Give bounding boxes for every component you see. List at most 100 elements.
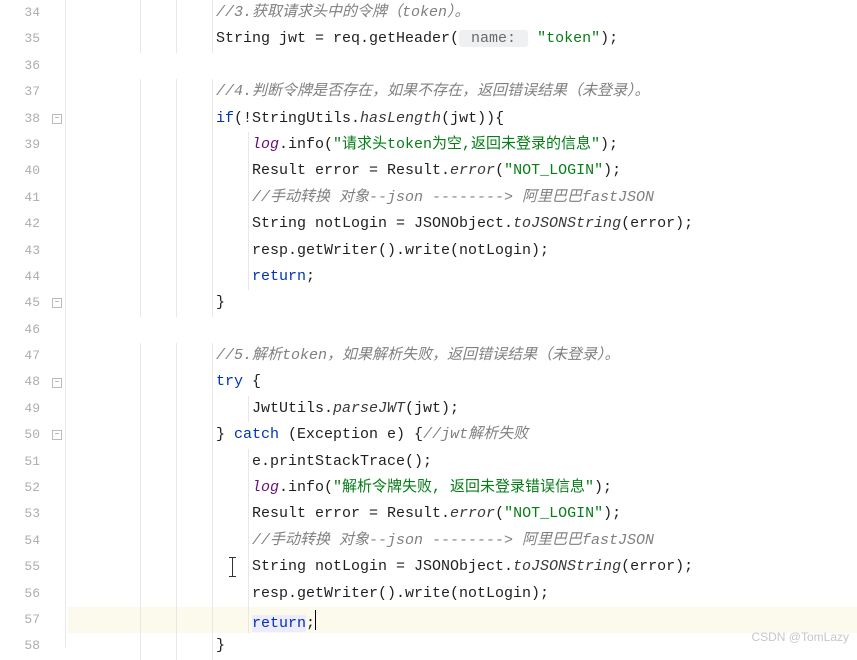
code-editor[interactable]: 3435363738394041424344454647484950515253…	[0, 0, 857, 648]
code-line[interactable]: resp.getWriter().write(notLogin);	[68, 581, 857, 607]
token: JwtUtils.	[252, 400, 333, 417]
fold-column[interactable]: − − − −	[54, 0, 66, 648]
code-line[interactable]: } catch (Exception e) {//jwt解析失败	[68, 422, 857, 448]
code-area[interactable]: //3.获取请求头中的令牌（token）。 String jwt = req.ge…	[66, 0, 857, 648]
token: }	[216, 426, 234, 443]
code-line[interactable]: log.info("解析令牌失败, 返回未登录错误信息");	[68, 475, 857, 501]
watermark-text: CSDN @TomLazy	[751, 630, 849, 644]
code-line[interactable]	[68, 53, 857, 79]
token: return	[252, 615, 306, 632]
line-number: 34	[0, 0, 40, 26]
token: ;	[306, 615, 315, 632]
token: .info(	[279, 479, 333, 496]
token: String notLogin = JSONObject.	[252, 215, 513, 232]
token: "请求头token为空,返回未登录的信息"	[333, 136, 600, 153]
code-line[interactable]	[68, 317, 857, 343]
code-line[interactable]: //手动转换 对象--json --------> 阿里巴巴fastJSON	[68, 185, 857, 211]
token: //3.获取请求头中的令牌（token）。	[216, 4, 470, 21]
line-number: 58	[0, 633, 40, 659]
line-number: 52	[0, 475, 40, 501]
line-number: 37	[0, 79, 40, 105]
code-line[interactable]: log.info("请求头token为空,返回未登录的信息");	[68, 132, 857, 158]
code-line[interactable]: String notLogin = JSONObject.toJSONStrin…	[68, 554, 857, 580]
code-line[interactable]: JwtUtils.parseJWT(jwt);	[68, 396, 857, 422]
line-number: 39	[0, 132, 40, 158]
token: log	[252, 136, 279, 153]
token: "解析令牌失败, 返回未登录错误信息"	[333, 479, 594, 496]
line-number: 54	[0, 528, 40, 554]
token: name:	[459, 30, 528, 47]
token: try	[216, 373, 243, 390]
token: log	[252, 479, 279, 496]
token: String jwt = req.getHeader(	[216, 30, 459, 47]
token: //5.解析token，如果解析失败，返回错误结果（未登录）。	[216, 347, 620, 364]
code-line[interactable]: e.printStackTrace();	[68, 449, 857, 475]
token: (!StringUtils.	[234, 110, 360, 127]
text-caret	[315, 610, 316, 630]
fold-toggle-icon[interactable]: −	[52, 298, 62, 308]
token: //手动转换 对象--json --------> 阿里巴巴fastJSON	[252, 189, 654, 206]
code-line[interactable]: if(!StringUtils.hasLength(jwt)){	[68, 106, 857, 132]
fold-toggle-icon[interactable]: −	[52, 114, 62, 124]
line-number: 43	[0, 238, 40, 264]
token: toJSONString	[513, 558, 621, 575]
line-number: 42	[0, 211, 40, 237]
token: (jwt)){	[441, 110, 504, 127]
token: "token"	[537, 30, 600, 47]
code-line[interactable]: //手动转换 对象--json --------> 阿里巴巴fastJSON	[68, 528, 857, 554]
token: if	[216, 110, 234, 127]
code-line[interactable]: //5.解析token，如果解析失败，返回错误结果（未登录）。	[68, 343, 857, 369]
token: toJSONString	[513, 215, 621, 232]
line-number: 41	[0, 185, 40, 211]
code-line[interactable]: String notLogin = JSONObject.toJSONStrin…	[68, 211, 857, 237]
token: "NOT_LOGIN"	[504, 505, 603, 522]
line-number: 56	[0, 581, 40, 607]
token: (	[495, 505, 504, 522]
code-line[interactable]: //4.判断令牌是否存在，如果不存在，返回错误结果（未登录）。	[68, 79, 857, 105]
token: //jwt解析失败	[423, 426, 528, 443]
line-number: 47	[0, 343, 40, 369]
token: }	[216, 294, 225, 311]
line-number: 53	[0, 501, 40, 527]
token: (error);	[621, 215, 693, 232]
code-line[interactable]: Result error = Result.error("NOT_LOGIN")…	[68, 158, 857, 184]
line-number: 36	[0, 53, 40, 79]
code-line[interactable]: }	[68, 633, 857, 659]
token: error	[450, 162, 495, 179]
line-number: 50	[0, 422, 40, 448]
line-number: 40	[0, 158, 40, 184]
line-number: 45	[0, 290, 40, 316]
token: return	[252, 268, 306, 285]
code-line[interactable]: try {	[68, 369, 857, 395]
code-line[interactable]: Result error = Result.error("NOT_LOGIN")…	[68, 501, 857, 527]
token: catch	[234, 426, 279, 443]
token: error	[450, 505, 495, 522]
token: //4.判断令牌是否存在，如果不存在，返回错误结果（未登录）。	[216, 83, 650, 100]
token: );	[594, 479, 612, 496]
line-number: 44	[0, 264, 40, 290]
token: parseJWT	[333, 400, 405, 417]
code-line[interactable]: String jwt = req.getHeader( name: "token…	[68, 26, 857, 52]
token: "NOT_LOGIN"	[504, 162, 603, 179]
code-line[interactable]: return;	[68, 607, 857, 633]
fold-toggle-icon[interactable]: −	[52, 430, 62, 440]
code-line[interactable]: return;	[68, 264, 857, 290]
line-number: 51	[0, 449, 40, 475]
token: .info(	[279, 136, 333, 153]
code-line[interactable]: }	[68, 290, 857, 316]
line-number-gutter: 3435363738394041424344454647484950515253…	[0, 0, 54, 648]
token: (Exception e) {	[279, 426, 423, 443]
fold-toggle-icon[interactable]: −	[52, 378, 62, 388]
token: ;	[306, 268, 315, 285]
line-number: 38	[0, 106, 40, 132]
token: );	[603, 162, 621, 179]
token: (jwt);	[405, 400, 459, 417]
token: {	[243, 373, 261, 390]
token: );	[603, 505, 621, 522]
code-line[interactable]: resp.getWriter().write(notLogin);	[68, 238, 857, 264]
token: (	[495, 162, 504, 179]
token: //手动转换 对象--json --------> 阿里巴巴fastJSON	[252, 532, 654, 549]
token: resp.getWriter().write(notLogin);	[252, 585, 549, 602]
token: String notLogin = JSONObject.	[252, 558, 513, 575]
code-line[interactable]: //3.获取请求头中的令牌（token）。	[68, 0, 857, 26]
